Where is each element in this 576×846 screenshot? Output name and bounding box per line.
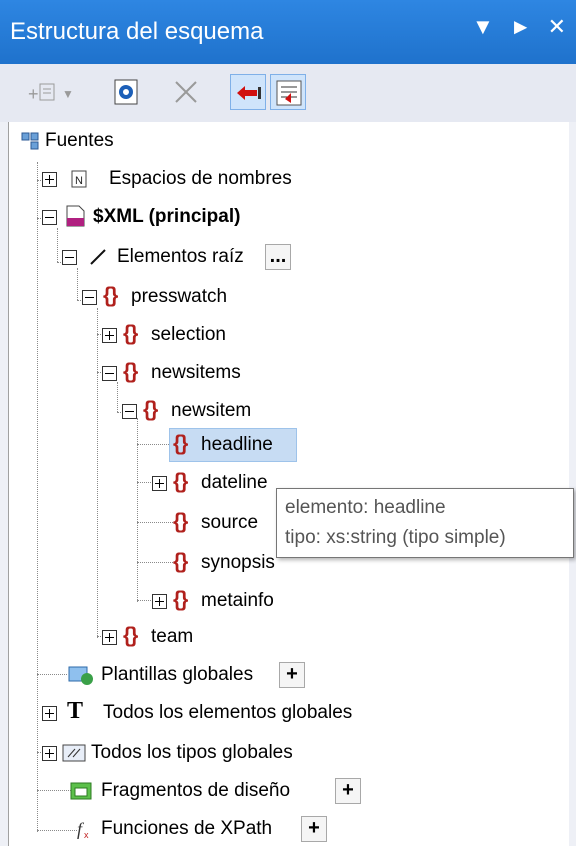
properties-button[interactable] [108,74,144,110]
tree-label: Fragmentos de diseño [101,780,291,801]
collapse-left-button[interactable] [230,74,266,110]
more-button[interactable]: ... [265,244,291,270]
global-templates-icon [68,666,93,685]
expand-toggle[interactable] [42,746,57,761]
tree-label: headline [201,434,273,455]
schema-tree-panel: Estructura del esquema ▼ ► ✕ + ▼ Fuentes… [0,0,576,846]
text-type-icon: T [67,698,84,724]
tree-label: Plantillas globales [101,664,254,685]
xml-document-icon [66,205,85,227]
element-icon: {} [123,360,138,383]
tree-label: selection [151,324,226,345]
tree-label: newsitems [151,362,241,383]
tree-label: Funciones de XPath [101,818,273,839]
tree-label: metainfo [201,590,274,611]
collapse-toggle[interactable] [42,210,57,225]
expand-toggle[interactable] [102,630,117,645]
add-element-icon: + ▼ [28,83,74,104]
tree-label: Todos los tipos globales [91,742,293,763]
add-function-button[interactable]: + [301,816,327,842]
element-icon: {} [173,588,188,611]
properties-icon [114,79,138,105]
element-icon: {} [173,470,188,493]
element-icon: {} [123,322,138,345]
expand-toggle[interactable] [42,172,57,187]
element-icon: {} [103,284,118,307]
types-icon [62,744,86,762]
namespace-icon: N [71,170,87,188]
add-template-button[interactable]: + [279,662,305,688]
delete-icon [175,81,197,103]
sources-icon [21,132,39,150]
tree-label: newsitem [171,400,252,421]
expand-toggle[interactable] [152,594,167,609]
pin-icon[interactable]: ► [510,14,532,40]
slash-icon [90,249,106,265]
element-icon: {} [123,624,138,647]
tree-label: team [151,626,194,647]
close-icon[interactable]: ✕ [548,14,566,40]
expand-toggle[interactable] [42,706,57,721]
collapse-toggle[interactable] [82,290,97,305]
panel-titlebar: Estructura del esquema ▼ ► ✕ [0,0,576,64]
collapse-toggle[interactable] [62,250,77,265]
panel-title: Estructura del esquema [10,18,264,45]
arrow-left-icon [237,86,261,100]
tree-label: $XML (principal) [93,206,241,227]
dropdown-arrow-icon[interactable]: ▼ [472,14,494,40]
tooltip-line-element: elemento: headline [285,497,446,518]
expand-toggle[interactable] [102,328,117,343]
sort-button[interactable] [270,74,306,110]
svg-text:x: x [84,830,89,840]
collapse-toggle[interactable] [102,366,117,381]
schema-tree: Fuentes N Espacios de nombres $XML (prin… [8,122,569,846]
tree-label: source [201,512,259,533]
collapse-toggle[interactable] [122,404,137,419]
sort-icon [276,80,302,106]
tree-label: Elementos raíz [117,246,244,267]
element-icon: {} [173,510,188,533]
add-element-button[interactable]: + ▼ [22,74,80,110]
svg-text:+: + [28,84,39,104]
xpath-function-icon: f x [77,819,89,840]
svg-text:N: N [75,175,83,187]
tree-label: presswatch [131,286,228,307]
tooltip-line-type: tipo: xs:string (tipo simple) [285,527,506,548]
tree-label: Todos los elementos globales [103,702,353,723]
element-icon: {} [173,432,188,455]
design-fragments-icon [70,782,92,800]
add-fragment-button[interactable]: + [335,778,361,804]
tooltip: elemento: headline tipo: xs:string (tipo… [276,488,574,558]
tree-label: Fuentes [45,130,114,151]
element-icon: {} [143,398,158,421]
tree-label: Espacios de nombres [109,168,292,189]
svg-text:▼: ▼ [62,87,74,101]
tree-label: synopsis [201,552,275,573]
element-icon: {} [173,550,188,573]
expand-toggle[interactable] [152,476,167,491]
tree-label: dateline [201,472,268,493]
toolbar: + ▼ [0,64,576,122]
delete-button[interactable] [168,74,204,110]
